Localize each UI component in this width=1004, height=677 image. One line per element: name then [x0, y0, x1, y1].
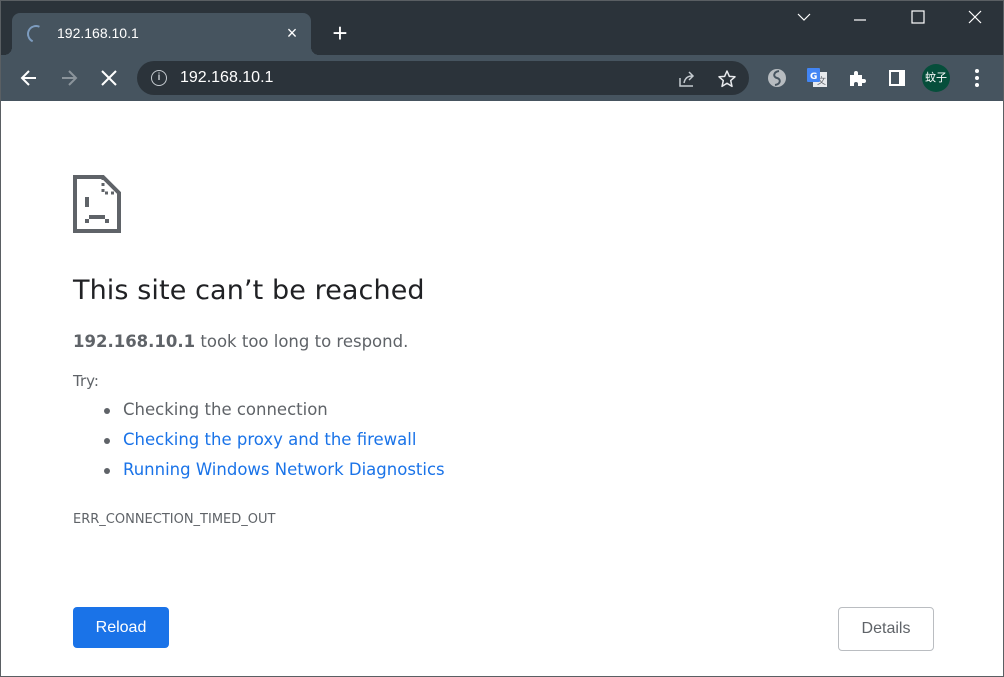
- tab-title: 192.168.10.1: [57, 25, 139, 41]
- browser-window: 192.168.10.1 × + i 192.168.10.1 文 G 蚊子 T…: [0, 0, 1004, 677]
- stop-x-icon: [101, 70, 117, 86]
- bookmark-star-icon[interactable]: [716, 68, 738, 90]
- title-bar: 192.168.10.1 × +: [1, 1, 1003, 55]
- extensions-puzzle-icon[interactable]: [844, 65, 870, 91]
- kebab-menu-icon[interactable]: [964, 65, 990, 91]
- minimize-icon[interactable]: [846, 9, 874, 33]
- forward-arrow-icon: [62, 70, 78, 86]
- simplenote-icon[interactable]: [764, 65, 790, 91]
- suggestions-list: Checking the connection Checking the pro…: [99, 400, 445, 490]
- back-arrow-icon: [20, 70, 36, 86]
- info-icon[interactable]: i: [151, 70, 167, 86]
- details-button[interactable]: Details: [838, 607, 934, 651]
- stop-loading-button[interactable]: [94, 63, 124, 93]
- loading-spinner-icon: [24, 22, 48, 46]
- error-host: 192.168.10.1: [73, 332, 196, 351]
- error-code: ERR_CONNECTION_TIMED_OUT: [73, 512, 276, 527]
- tab-close-icon[interactable]: ×: [282, 23, 302, 43]
- suggestion-proxy-firewall-link[interactable]: Checking the proxy and the firewall: [99, 430, 445, 460]
- error-page: This site can’t be reached 192.168.10.1 …: [1, 101, 1003, 676]
- forward-button[interactable]: [54, 63, 84, 93]
- share-icon[interactable]: [676, 68, 698, 90]
- try-label: Try:: [73, 372, 99, 390]
- side-panel-icon[interactable]: [884, 65, 910, 91]
- reload-button[interactable]: Reload: [73, 607, 169, 648]
- google-translate-icon[interactable]: 文G: [804, 65, 830, 91]
- error-summary: 192.168.10.1 took too long to respond.: [73, 332, 408, 351]
- back-button[interactable]: [14, 63, 44, 93]
- profile-avatar[interactable]: 蚊子: [922, 64, 950, 92]
- tab-search-chevron-icon[interactable]: [790, 9, 818, 33]
- new-tab-button[interactable]: +: [327, 20, 353, 46]
- suggestion-check-connection: Checking the connection: [99, 400, 445, 430]
- error-title: This site can’t be reached: [73, 275, 425, 306]
- close-window-icon[interactable]: [961, 9, 989, 33]
- suggestion-network-diagnostics-link[interactable]: Running Windows Network Diagnostics: [99, 460, 445, 490]
- maximize-icon[interactable]: [904, 9, 932, 33]
- address-bar[interactable]: i 192.168.10.1: [137, 61, 749, 95]
- tab-active[interactable]: 192.168.10.1 ×: [4, 13, 319, 55]
- toolbar: i 192.168.10.1 文G 蚊子: [1, 55, 1003, 101]
- address-url[interactable]: 192.168.10.1: [180, 69, 273, 87]
- sad-page-icon: [73, 175, 121, 233]
- error-summary-text: took too long to respond.: [195, 332, 409, 351]
- svg-text:G: G: [810, 72, 817, 82]
